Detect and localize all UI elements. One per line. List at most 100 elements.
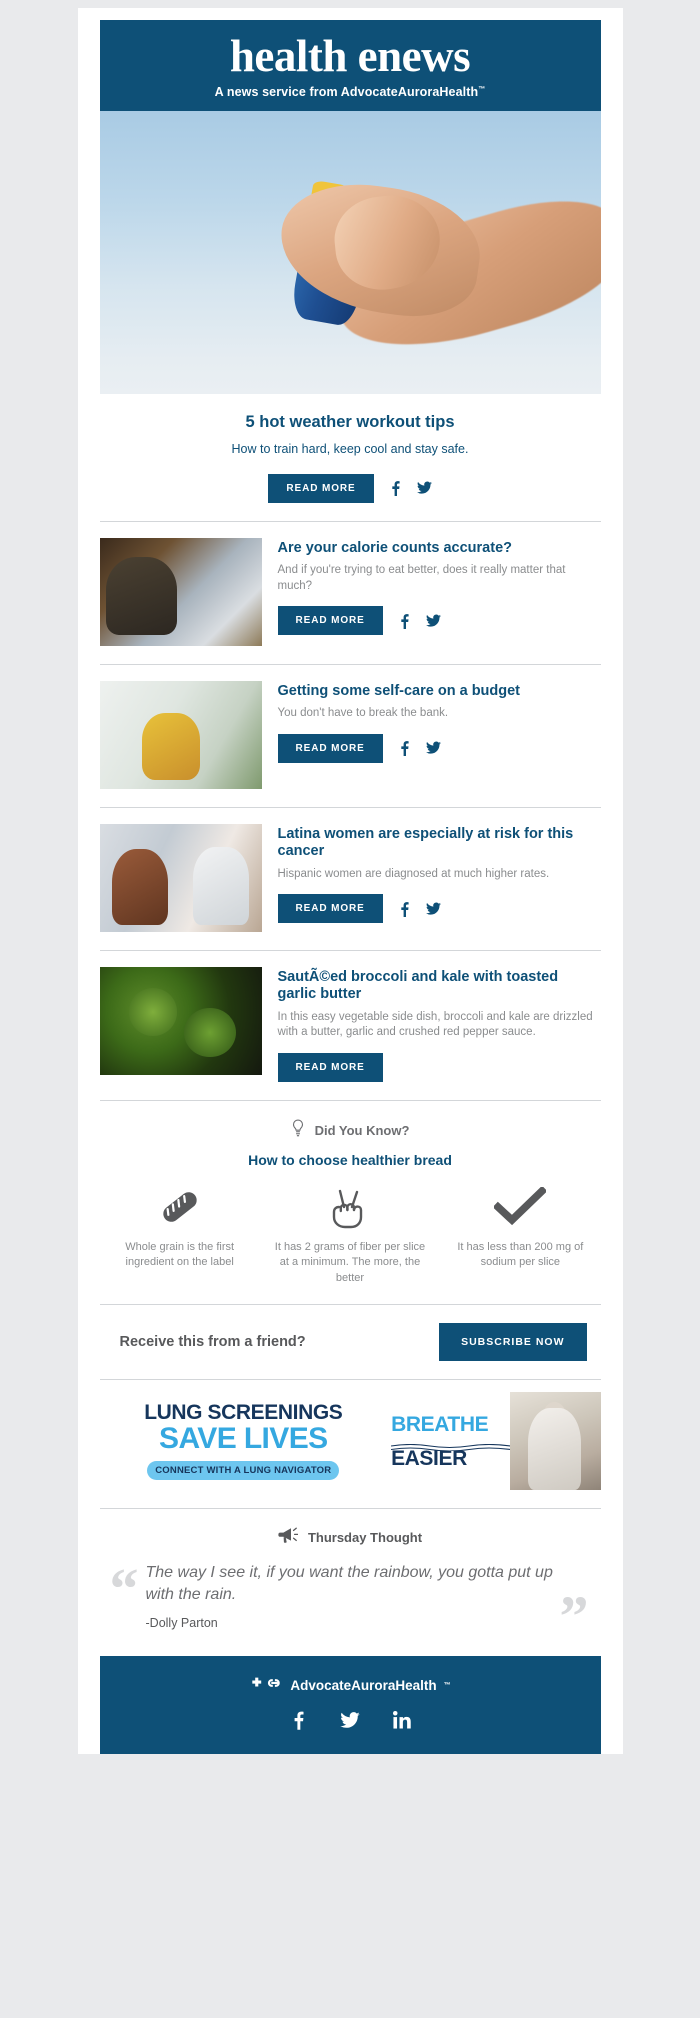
ad-cta-pill[interactable]: CONNECT WITH A LUNG NAVIGATOR: [147, 1461, 340, 1481]
article-body: Getting some self-care on a budget You d…: [277, 681, 601, 763]
article-thumbnail[interactable]: [99, 537, 262, 646]
facebook-icon[interactable]: [388, 480, 403, 496]
quote-open-mark: “: [109, 1556, 139, 1622]
hero-description: How to train hard, keep cool and stay sa…: [231, 441, 469, 456]
twitter-icon[interactable]: [425, 740, 441, 756]
footer-brand: AdvocateAuroraHealth ™: [100, 1676, 601, 1694]
article-cta-row: READ MORE: [277, 894, 601, 924]
article-description: You don't have to break the bank.: [277, 707, 449, 720]
lightbulb-icon: [291, 1119, 305, 1142]
advocate-aurora-logo-icon: [249, 1676, 283, 1694]
peace-hand-two-fingers-icon: [270, 1184, 430, 1230]
did-you-know-section: Did You Know? How to choose healthier br…: [78, 1099, 623, 1286]
subscribe-row: Receive this from a friend? SUBSCRIBE NO…: [100, 1305, 601, 1379]
masthead-trademark: ™: [478, 85, 486, 93]
masthead-title: health enews: [229, 31, 471, 81]
footer-trademark: ™: [443, 1681, 451, 1689]
masthead-brand: AdvocateAuroraHealth: [340, 85, 479, 99]
masthead-subtitle: A news service from AdvocateAuroraHealth…: [100, 85, 601, 99]
ad-headline-line2: SAVE LIVES: [159, 1422, 328, 1456]
article-title[interactable]: Latina women are especially at risk for …: [278, 826, 601, 861]
ad-banner-section: LUNG SCREENINGS SAVE LIVES CONNECT WITH …: [78, 1380, 623, 1491]
article-read-more-button[interactable]: READ MORE: [277, 894, 383, 924]
twitter-icon[interactable]: [425, 901, 441, 917]
article-cta-row: READ MORE: [277, 733, 601, 763]
ad-mid-line2: EASIER: [391, 1446, 467, 1470]
hero-read-more-button[interactable]: READ MORE: [268, 473, 374, 503]
hero-section: [99, 111, 601, 394]
article-row: Are your calorie counts accurate? And if…: [99, 522, 601, 646]
wave-lines-icon: [390, 1438, 511, 1452]
hero-title[interactable]: 5 hot weather workout tips: [100, 412, 601, 433]
quote-close-mark: ”: [559, 1584, 589, 1650]
thursday-thought-body: Thursday Thought “ The way I see it, if …: [100, 1509, 601, 1646]
masthead-subtitle-prefix: A news service from: [214, 85, 341, 99]
footer-brand-name: AdvocateAuroraHealth: [290, 1677, 437, 1693]
subscribe-prompt: Receive this from a friend?: [119, 1334, 306, 1351]
article-read-more-button[interactable]: READ MORE: [277, 606, 383, 636]
article-body: Are your calorie counts accurate? And if…: [277, 538, 601, 636]
ad-headline-line1: LUNG SCREENINGS: [144, 1401, 343, 1425]
email-page: health enews A news service from Advocat…: [0, 0, 700, 2018]
facebook-icon[interactable]: [288, 1710, 308, 1731]
article-thumbnail[interactable]: [99, 823, 262, 932]
article-read-more-button[interactable]: READ MORE: [277, 1052, 383, 1082]
linkedin-icon[interactable]: [392, 1710, 412, 1730]
did-you-know-tip: Whole grain is the first ingredient on t…: [100, 1184, 260, 1286]
thursday-thought-header: Thursday Thought: [100, 1527, 601, 1548]
did-you-know-label: Did You Know?: [314, 1122, 410, 1138]
ad-banner[interactable]: LUNG SCREENINGS SAVE LIVES CONNECT WITH …: [99, 1380, 601, 1491]
article-row: Getting some self-care on a budget You d…: [99, 665, 601, 789]
hero-cta-row: READ MORE: [100, 473, 601, 503]
article-body: SautÃ©ed broccoli and kale with toasted …: [277, 967, 601, 1082]
footer-socials: [100, 1710, 601, 1731]
article-thumbnail[interactable]: [99, 680, 262, 789]
did-you-know-body: Did You Know? How to choose healthier br…: [100, 1101, 601, 1286]
article-thumbnail[interactable]: [99, 966, 262, 1075]
subscribe-section: Receive this from a friend? SUBSCRIBE NO…: [78, 1304, 623, 1381]
did-you-know-tip: It has less than 200 mg of sodium per sl…: [440, 1184, 600, 1286]
ad-banner-middle: BREATHE EASIER: [385, 1392, 511, 1491]
thursday-thought-label: Thursday Thought: [307, 1530, 423, 1546]
article-cta-row: READ MORE: [277, 606, 601, 636]
ad-banner-image: [510, 1392, 601, 1491]
twitter-icon[interactable]: [416, 480, 432, 496]
baguette-bread-icon: [100, 1184, 260, 1230]
quote-text: The way I see it, if you want the rainbo…: [145, 1564, 553, 1604]
ad-banner-left: LUNG SCREENINGS SAVE LIVES CONNECT WITH …: [99, 1392, 386, 1491]
footer: AdvocateAuroraHealth ™: [99, 1656, 601, 1755]
facebook-icon[interactable]: [397, 613, 412, 629]
article-description: Hispanic women are diagnosed at much hig…: [277, 867, 550, 880]
megaphone-icon: [278, 1527, 299, 1548]
article-title[interactable]: Getting some self-care on a budget: [278, 683, 601, 701]
article-row: Latina women are especially at risk for …: [99, 808, 601, 932]
twitter-icon[interactable]: [340, 1710, 360, 1730]
article-title[interactable]: Are your calorie counts accurate?: [278, 540, 601, 558]
article-title[interactable]: SautÃ©ed broccoli and kale with toasted …: [278, 969, 601, 1004]
quote-block: “ The way I see it, if you want the rain…: [100, 1548, 601, 1646]
did-you-know-tip-text: It has less than 200 mg of sodium per sl…: [457, 1240, 584, 1269]
facebook-icon[interactable]: [397, 901, 412, 917]
did-you-know-tip: It has 2 grams of fiber per slice at a m…: [270, 1184, 430, 1286]
article-description: In this easy vegetable side dish, brocco…: [277, 1010, 593, 1039]
did-you-know-tip-text: It has 2 grams of fiber per slice at a m…: [274, 1240, 426, 1284]
did-you-know-tips: Whole grain is the first ingredient on t…: [100, 1184, 601, 1286]
checkmark-icon: [440, 1184, 600, 1230]
article-description: And if you're trying to eat better, does…: [277, 564, 566, 592]
hero-image[interactable]: [99, 111, 601, 394]
article-row: SautÃ©ed broccoli and kale with toasted …: [99, 951, 601, 1082]
subscribe-now-button[interactable]: SUBSCRIBE NOW: [439, 1323, 587, 1362]
articles-list: Are your calorie counts accurate? And if…: [78, 520, 623, 1082]
facebook-icon[interactable]: [397, 740, 412, 757]
twitter-icon[interactable]: [425, 613, 441, 629]
email-container: health enews A news service from Advocat…: [77, 8, 623, 1755]
did-you-know-tip-text: Whole grain is the first ingredient on t…: [125, 1240, 235, 1269]
article-cta-row: READ MORE: [277, 1052, 601, 1082]
article-read-more-button[interactable]: READ MORE: [277, 733, 383, 763]
ad-mid-line1: BREATHE: [391, 1412, 489, 1436]
masthead: health enews A news service from Advocat…: [99, 20, 601, 111]
thursday-thought-section: Thursday Thought “ The way I see it, if …: [78, 1508, 623, 1646]
hero-body: 5 hot weather workout tips How to train …: [78, 394, 623, 503]
article-body: Latina women are especially at risk for …: [277, 824, 601, 924]
did-you-know-header: Did You Know?: [100, 1119, 601, 1142]
